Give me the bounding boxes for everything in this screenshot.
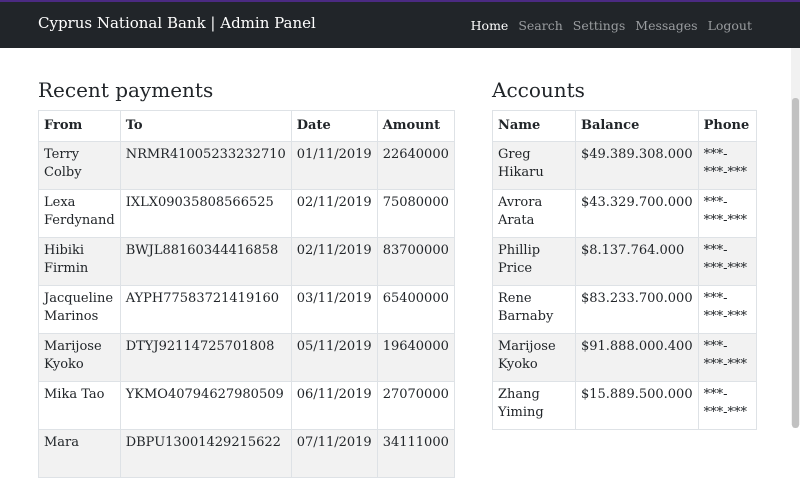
accounts-table: Name Balance Phone Greg Hikaru $49.389.3…	[492, 110, 758, 430]
account-phone: ***-***-***	[697, 381, 758, 430]
payment-from: Lexa Ferdynand	[38, 189, 121, 238]
payment-from: Mika Tao	[38, 381, 121, 430]
account-phone: ***-***-***	[697, 237, 758, 286]
col-header-to: To	[119, 110, 292, 142]
nav-settings[interactable]: Settings	[573, 18, 625, 33]
account-name: Marijose Kyoko	[492, 333, 576, 382]
col-header-from: From	[38, 110, 121, 142]
payments-title: Recent payments	[38, 78, 214, 102]
payments-header-row: From To Date Amount	[38, 110, 455, 142]
payment-amount: 83700000	[376, 237, 455, 286]
account-phone: ***-***-***	[697, 285, 758, 334]
table-row: Terry Colby NRMR41005233232710 01/11/201…	[38, 141, 455, 190]
account-name: Avrora Arata	[492, 189, 576, 238]
payment-to: YKMO40794627980509	[119, 381, 292, 430]
brand-title[interactable]: Cyprus National Bank | Admin Panel	[38, 14, 316, 32]
page-scrollbar[interactable]	[791, 48, 800, 428]
account-name: Zhang Yiming	[492, 381, 576, 430]
table-row: Mara DBPU13001429215622 07/11/2019 34111…	[38, 429, 455, 478]
nav-links: Home Search Settings Messages Logout	[471, 18, 752, 33]
table-row: Marijose Kyoko DTYJ92114725701808 05/11/…	[38, 333, 455, 382]
payment-amount: 22640000	[376, 141, 455, 190]
account-name: Rene Barnaby	[492, 285, 576, 334]
nav-logout[interactable]: Logout	[708, 18, 752, 33]
account-balance: $15.889.500.000	[574, 381, 699, 430]
col-header-date: Date	[290, 110, 378, 142]
nav-home[interactable]: Home	[471, 18, 509, 33]
payment-date: 02/11/2019	[290, 189, 378, 238]
table-row: Mika Tao YKMO40794627980509 06/11/2019 2…	[38, 381, 455, 430]
payment-from: Marijose Kyoko	[38, 333, 121, 382]
payment-from: Hibiki Firmin	[38, 237, 121, 286]
table-row: Rene Barnaby $83.233.700.000 ***-***-***	[492, 285, 758, 334]
payment-date: 02/11/2019	[290, 237, 378, 286]
nav-search[interactable]: Search	[518, 18, 562, 33]
account-name: Phillip Price	[492, 237, 576, 286]
payment-date: 01/11/2019	[290, 141, 378, 190]
payment-from: Terry Colby	[38, 141, 121, 190]
payment-to: DTYJ92114725701808	[119, 333, 292, 382]
col-header-phone: Phone	[697, 110, 758, 142]
accounts-header-row: Name Balance Phone	[492, 110, 758, 142]
scrollbar-thumb[interactable]	[792, 98, 799, 428]
account-balance: $43.329.700.000	[574, 189, 699, 238]
accounts-title: Accounts	[492, 78, 585, 102]
table-row: Jacqueline Marinos AYPH77583721419160 03…	[38, 285, 455, 334]
account-phone: ***-***-***	[697, 141, 758, 190]
account-balance: $49.389.308.000	[574, 141, 699, 190]
payment-amount: 27070000	[376, 381, 455, 430]
payment-date: 07/11/2019	[290, 429, 378, 478]
payment-from: Mara	[38, 429, 121, 478]
payment-amount: 75080000	[376, 189, 455, 238]
payments-table: From To Date Amount Terry Colby NRMR4100…	[38, 110, 455, 478]
account-balance: $91.888.000.400	[574, 333, 699, 382]
table-row: Lexa Ferdynand IXLX09035808566525 02/11/…	[38, 189, 455, 238]
payment-to: BWJL88160344416858	[119, 237, 292, 286]
payment-from: Jacqueline Marinos	[38, 285, 121, 334]
payment-to: DBPU13001429215622	[119, 429, 292, 478]
table-row: Marijose Kyoko $91.888.000.400 ***-***-*…	[492, 333, 758, 382]
account-balance: $8.137.764.000	[574, 237, 699, 286]
payment-date: 06/11/2019	[290, 381, 378, 430]
navbar: Cyprus National Bank | Admin Panel Home …	[0, 2, 800, 48]
col-header-balance: Balance	[574, 110, 699, 142]
payment-amount: 34111000	[376, 429, 455, 478]
col-header-amount: Amount	[376, 110, 455, 142]
account-balance: $83.233.700.000	[574, 285, 699, 334]
payment-to: AYPH77583721419160	[119, 285, 292, 334]
table-row: Avrora Arata $43.329.700.000 ***-***-***	[492, 189, 758, 238]
account-phone: ***-***-***	[697, 333, 758, 382]
payment-date: 03/11/2019	[290, 285, 378, 334]
table-row: Hibiki Firmin BWJL88160344416858 02/11/2…	[38, 237, 455, 286]
payment-date: 05/11/2019	[290, 333, 378, 382]
table-row: Greg Hikaru $49.389.308.000 ***-***-***	[492, 141, 758, 190]
nav-messages[interactable]: Messages	[635, 18, 697, 33]
col-header-name: Name	[492, 110, 576, 142]
payment-amount: 19640000	[376, 333, 455, 382]
payment-amount: 65400000	[376, 285, 455, 334]
account-phone: ***-***-***	[697, 189, 758, 238]
payment-to: NRMR41005233232710	[119, 141, 292, 190]
table-row: Zhang Yiming $15.889.500.000 ***-***-***	[492, 381, 758, 430]
table-row: Phillip Price $8.137.764.000 ***-***-***	[492, 237, 758, 286]
payment-to: IXLX09035808566525	[119, 189, 292, 238]
account-name: Greg Hikaru	[492, 141, 576, 190]
